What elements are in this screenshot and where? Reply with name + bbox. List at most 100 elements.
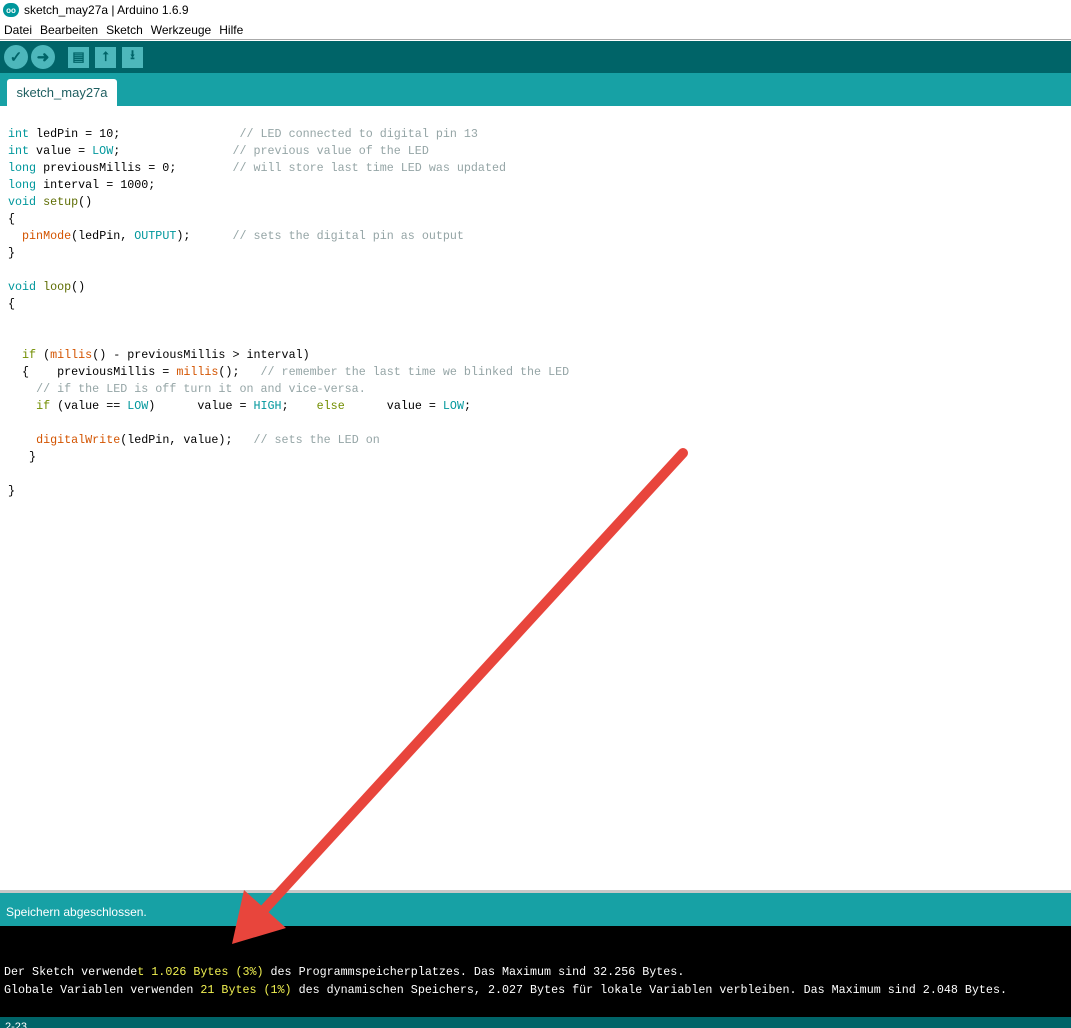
code-line: {: [8, 211, 569, 228]
console-output: Der Sketch verwendet 1.026 Bytes (3%) de…: [0, 926, 1071, 1017]
title-bar: oo sketch_may27a | Arduino 1.6.9: [0, 0, 1071, 20]
verify-button[interactable]: ✓: [4, 45, 28, 69]
code-line: }: [8, 245, 569, 262]
code-token: HIGH: [253, 399, 282, 413]
code-token: }: [8, 450, 37, 464]
arrow-up-icon: ⭡: [102, 49, 109, 64]
code-token: // remember the last time we blinked the…: [260, 365, 570, 379]
code-token: millis: [50, 348, 93, 362]
menu-datei[interactable]: Datei: [0, 23, 36, 37]
code-line: void setup(): [8, 194, 569, 211]
code-token: long: [8, 178, 37, 192]
code-line: void loop(): [8, 279, 569, 296]
menu-sketch[interactable]: Sketch: [102, 23, 147, 37]
code-text[interactable]: int ledPin = 10; // LED connected to dig…: [8, 126, 569, 500]
code-token: ledPin = 10;: [29, 127, 240, 141]
upload-button[interactable]: ➜: [31, 45, 55, 69]
console-text: 21 Bytes (1%): [200, 983, 292, 997]
console-text: Globale Variablen verwenden: [4, 983, 201, 997]
menu-bar: Datei Bearbeiten Sketch Werkzeuge Hilfe: [0, 20, 1071, 40]
menu-bearbeiten[interactable]: Bearbeiten: [36, 23, 102, 37]
tab-sketch[interactable]: sketch_may27a: [7, 79, 117, 106]
save-button[interactable]: ⭳: [122, 46, 143, 68]
code-token: {: [8, 297, 16, 311]
menu-hilfe[interactable]: Hilfe: [215, 23, 247, 37]
arduino-logo-icon: oo: [3, 3, 19, 17]
code-token: LOW: [442, 399, 464, 413]
code-token: (): [71, 280, 86, 294]
code-token: () - previousMillis > interval): [92, 348, 310, 362]
code-token: // previous value of the LED: [232, 144, 429, 158]
toolbar: ✓ ➜ ▤ ⭡ ⭳: [0, 41, 1071, 73]
code-token: // LED connected to digital pin 13: [239, 127, 478, 141]
window-title: sketch_may27a | Arduino 1.6.9: [24, 3, 189, 17]
console-text: t 1.026 Bytes (3%): [137, 965, 264, 979]
code-token: ;: [113, 144, 233, 158]
code-line: if (millis() - previousMillis > interval…: [8, 347, 569, 364]
code-token: int: [8, 144, 30, 158]
code-token: int: [8, 127, 30, 141]
code-token: { previousMillis =: [8, 365, 177, 379]
code-token: millis: [176, 365, 219, 379]
code-token: digitalWrite: [36, 433, 121, 447]
code-token: loop: [43, 280, 72, 294]
code-line: }: [8, 483, 569, 500]
open-button[interactable]: ⭡: [95, 46, 116, 68]
code-line: {: [8, 296, 569, 313]
new-button[interactable]: ▤: [68, 46, 89, 68]
code-token: if: [36, 399, 51, 413]
tab-bar: sketch_may27a: [0, 73, 1071, 106]
code-token: previousMillis = 0;: [36, 161, 233, 175]
code-token: value =: [344, 399, 443, 413]
code-token: void: [8, 195, 37, 209]
code-token: {: [8, 212, 16, 226]
code-token: OUTPUT: [134, 229, 177, 243]
code-token: if: [22, 348, 37, 362]
arrow-right-icon: ➜: [36, 49, 50, 66]
arrow-down-icon: ⭳: [130, 47, 135, 62]
code-token: (): [78, 195, 93, 209]
code-line: { previousMillis = millis(); // remember…: [8, 364, 569, 381]
console-text: Der Sketch verwende: [4, 965, 138, 979]
code-token: setup: [43, 195, 79, 209]
line-number-bar: 2-23: [0, 1017, 1071, 1028]
code-token: (: [36, 348, 51, 362]
code-token: }: [8, 246, 16, 260]
check-icon: ✓: [9, 49, 23, 66]
console-line: Globale Variablen verwenden 21 Bytes (1%…: [4, 981, 1071, 999]
code-token: else: [316, 399, 345, 413]
menu-werkzeuge[interactable]: Werkzeuge: [147, 23, 215, 37]
code-token: // sets the LED on: [253, 433, 380, 447]
code-token: (ledPin,: [71, 229, 135, 243]
code-token: void: [8, 280, 37, 294]
status-bar: Speichern abgeschlossen.: [0, 893, 1071, 926]
status-message: Speichern abgeschlossen.: [6, 905, 147, 919]
console-line: Der Sketch verwendet 1.026 Bytes (3%) de…: [4, 963, 1071, 981]
code-token: LOW: [127, 399, 149, 413]
code-line: long previousMillis = 0; // will store l…: [8, 160, 569, 177]
code-editor[interactable]: int ledPin = 10; // LED connected to dig…: [0, 106, 1071, 890]
code-token: LOW: [92, 144, 114, 158]
code-line: int ledPin = 10; // LED connected to dig…: [8, 126, 569, 143]
code-line: pinMode(ledPin, OUTPUT); // sets the dig…: [8, 228, 569, 245]
code-token: (value ==: [50, 399, 128, 413]
new-file-icon: ▤: [72, 49, 85, 64]
code-line: digitalWrite(ledPin, value); // sets the…: [8, 432, 569, 449]
code-line: // if the LED is off turn it on and vice…: [8, 381, 569, 398]
code-token: ;: [281, 399, 317, 413]
code-token: long: [8, 161, 37, 175]
code-token: // sets the digital pin as output: [232, 229, 464, 243]
code-token: value =: [29, 144, 93, 158]
code-token: }: [8, 484, 16, 498]
code-token: (ledPin, value);: [120, 433, 254, 447]
